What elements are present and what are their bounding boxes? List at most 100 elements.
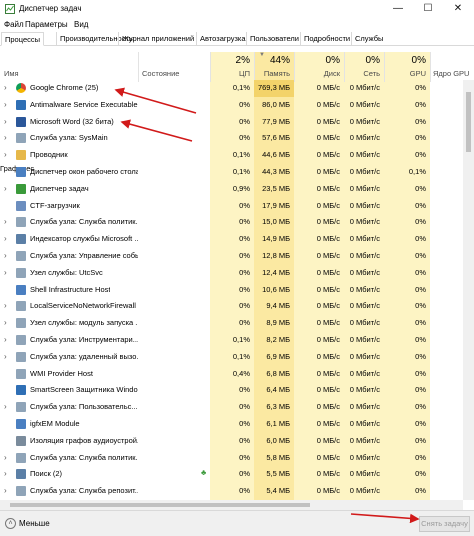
chevron-right-icon[interactable]: ›: [4, 234, 7, 243]
fewer-details-link[interactable]: Меньше: [19, 519, 50, 528]
process-row[interactable]: › Служба узла: Инструментари... 0,1% 8,2 МБ…: [0, 332, 474, 349]
process-row[interactable]: › Служба узла: Служба политик... 0% 15,0 МБ…: [0, 214, 474, 231]
process-row[interactable]: Диспетчер окон рабочего стола 0,1% 44,3 МБ…: [0, 164, 474, 181]
tab-app-history[interactable]: Журнал приложений: [118, 32, 197, 46]
process-cpu: 0%: [239, 402, 250, 412]
process-row[interactable]: SmartScreen Защитника Windo... 0% 6,4 МБ 0 …: [0, 382, 474, 399]
process-name: SmartScreen Защитника Windo...: [30, 385, 138, 395]
chevron-right-icon[interactable]: ›: [4, 352, 7, 361]
tab-services[interactable]: Службы: [351, 32, 386, 46]
gear-icon: [16, 368, 26, 379]
process-row[interactable]: WMI Provider Host 0,4% 6,8 МБ 0 МБ/с 0 Мбит/…: [0, 366, 474, 383]
process-gpu: 0%: [415, 150, 426, 160]
chevron-right-icon[interactable]: ›: [4, 184, 7, 193]
process-row[interactable]: › Служба узла: удаленный вызо... 0,1% 6,9 М…: [0, 349, 474, 366]
process-memory: 15,0 МБ: [262, 217, 290, 227]
process-row[interactable]: › Проводник 0,1% 44,6 МБ 0 МБ/с 0 Мбит/с 0%: [0, 147, 474, 164]
process-row[interactable]: › Узел службы: UtcSvc 0% 12,4 МБ 0 МБ/с 0 Мби…: [0, 265, 474, 282]
chevron-right-icon[interactable]: ›: [4, 133, 7, 142]
chevron-right-icon[interactable]: ›: [4, 217, 7, 226]
col-network[interactable]: Сеть: [344, 69, 380, 78]
chevron-right-icon[interactable]: ›: [4, 318, 7, 327]
chevron-right-icon[interactable]: ›: [4, 150, 7, 159]
process-row[interactable]: › Служба узла: Пользовательс... 0% 6,3 МБ 0 …: [0, 399, 474, 416]
cpu-total[interactable]: 2%: [210, 55, 250, 66]
disk-total[interactable]: 0%: [294, 55, 340, 66]
vertical-scrollbar[interactable]: [463, 80, 474, 500]
tab-users[interactable]: Пользователи: [246, 32, 302, 46]
process-row[interactable]: › Поиск (2) ♣ 0% 5,5 МБ 0 МБ/с 0 Мбит/с 0%: [0, 466, 474, 483]
chevron-right-icon[interactable]: ›: [4, 486, 7, 495]
menu-file[interactable]: Файл: [4, 20, 24, 29]
tab-startup[interactable]: Автозагрузка: [196, 32, 249, 46]
network-total[interactable]: 0%: [344, 55, 380, 66]
process-row[interactable]: › Служба узла: Управление событи... 0% 12,8…: [0, 248, 474, 265]
chevron-right-icon[interactable]: ›: [4, 268, 7, 277]
process-row[interactable]: › Служба узла: Служба репозит... 0% 5,4 МБ 0…: [0, 483, 474, 500]
close-button[interactable]: ✕: [444, 0, 472, 18]
process-row[interactable]: › Служба узла: SysMain 0% 57,6 МБ 0 МБ/с 0 Мб…: [0, 130, 474, 147]
col-status[interactable]: Состояние: [142, 69, 179, 78]
gpu-total[interactable]: 0%: [384, 55, 426, 66]
process-row[interactable]: CTF-загрузчик 0% 17,9 МБ 0 МБ/с 0 Мбит/с 0%: [0, 198, 474, 215]
process-gpu: 0%: [415, 250, 426, 260]
maximize-button[interactable]: ☐: [414, 0, 442, 18]
process-row[interactable]: › Индексатор службы Microsoft ... 0% 14,9 М…: [0, 231, 474, 248]
process-cpu: 0%: [239, 385, 250, 395]
process-gpu: 0%: [415, 83, 426, 92]
col-cpu[interactable]: ЦП: [210, 69, 250, 78]
folder-icon: [16, 150, 26, 161]
col-gpu[interactable]: GPU: [384, 69, 426, 78]
chevron-right-icon[interactable]: ›: [4, 469, 7, 478]
process-row[interactable]: › Служба узла: Служба политик... 0% 5,8 МБ 0…: [0, 450, 474, 467]
end-task-button[interactable]: Снять задачу: [419, 516, 470, 532]
col-disk[interactable]: Диск: [294, 69, 340, 78]
process-memory: 6,9 МБ: [266, 351, 290, 361]
chevron-right-icon[interactable]: ›: [4, 251, 7, 260]
process-row[interactable]: › Antimalware Service Executable 0% 86,0 МБ…: [0, 97, 474, 114]
col-memory[interactable]: Память: [254, 69, 290, 78]
process-row[interactable]: › Узел службы: модуль запуска ... 0% 8,9 МБ…: [0, 315, 474, 332]
process-gpu: 0%: [415, 334, 426, 344]
process-row[interactable]: › Диспетчер задач 0,9% 23,5 МБ 0 МБ/с 0 Мбит/…: [0, 181, 474, 198]
tab-details[interactable]: Подробности: [300, 32, 353, 46]
process-gpu: 0%: [415, 402, 426, 412]
scroll-thumb[interactable]: [10, 503, 310, 507]
process-row[interactable]: Изоляция графов аудиоустрой... 0% 6,0 МБ 0 …: [0, 433, 474, 450]
chevron-right-icon[interactable]: ›: [4, 301, 7, 310]
sort-descending-icon: ▼: [259, 52, 265, 58]
process-row[interactable]: igfxEM Module 0% 6,1 МБ 0 МБ/с 0 Мбит/с 0%: [0, 416, 474, 433]
chevron-right-icon[interactable]: ›: [4, 83, 7, 92]
process-disk: 0 МБ/с: [316, 486, 340, 496]
process-cpu: 0%: [239, 452, 250, 462]
process-row[interactable]: › Google Chrome (25) 0,1% 769,3 МБ 0 МБ/с 0 М…: [0, 80, 474, 97]
menu-options[interactable]: Параметры: [25, 20, 68, 29]
menu-view[interactable]: Вид: [74, 20, 88, 29]
process-row[interactable]: › Microsoft Word (32 бита) 0% 77,9 МБ 0 МБ/с…: [0, 114, 474, 131]
process-disk: 0 МБ/с: [316, 368, 340, 378]
chevron-right-icon[interactable]: ›: [4, 117, 7, 126]
process-gpu: 0%: [415, 284, 426, 294]
process-memory: 5,5 МБ: [266, 469, 290, 479]
process-disk: 0 МБ/с: [316, 217, 340, 227]
process-network: 0 Мбит/с: [349, 133, 380, 143]
scroll-thumb[interactable]: [466, 92, 471, 152]
chevron-right-icon[interactable]: ›: [4, 335, 7, 344]
chevron-right-icon[interactable]: ›: [4, 453, 7, 462]
chevron-right-icon[interactable]: ›: [4, 100, 7, 109]
process-row[interactable]: › LocalServiceNoNetworkFirewall ... 0% 9,4 …: [0, 298, 474, 315]
chevron-up-icon[interactable]: ˄: [5, 518, 16, 529]
process-gpu: 0%: [415, 99, 426, 109]
process-memory: 8,2 МБ: [266, 334, 290, 344]
col-name[interactable]: Имя: [4, 69, 19, 78]
process-row[interactable]: Shell Infrastructure Host 0% 10,6 МБ 0 МБ/с…: [0, 282, 474, 299]
process-cpu: 0%: [239, 435, 250, 445]
col-gpu-engine[interactable]: Ядро GPU: [433, 69, 469, 78]
tab-processes[interactable]: Процессы: [1, 32, 45, 46]
chevron-right-icon[interactable]: ›: [4, 402, 7, 411]
horizontal-scrollbar[interactable]: [0, 500, 463, 510]
process-name: Поиск (2): [30, 469, 63, 479]
process-memory: 6,8 МБ: [266, 368, 290, 378]
minimize-button[interactable]: —: [384, 0, 412, 18]
process-name: Microsoft Word (32 бита): [30, 116, 114, 126]
